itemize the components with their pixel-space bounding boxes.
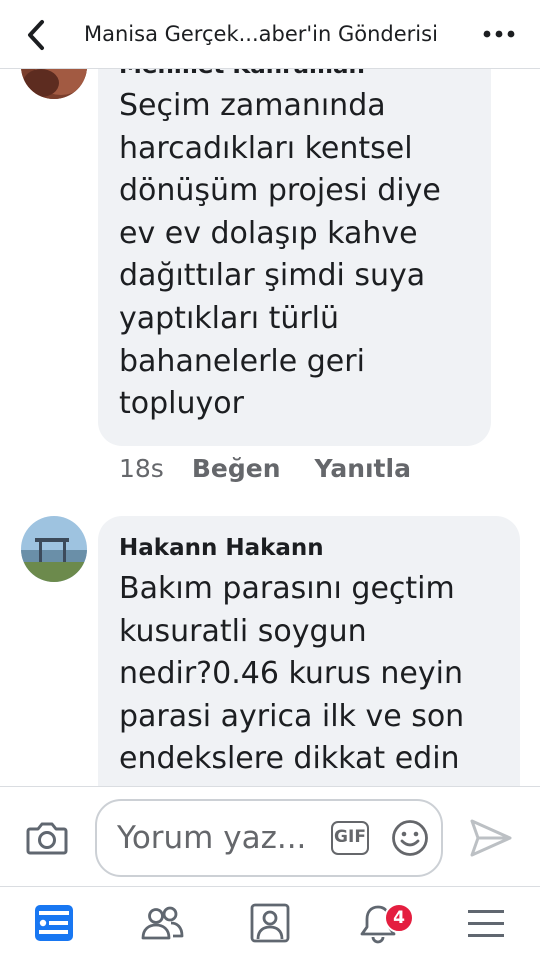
more-options-button[interactable] [482,18,516,50]
comment-line: yaptıkları türlü [119,300,340,336]
news-feed-icon [35,905,73,941]
menu-icon [468,910,504,937]
comment-composer: Yorum yaz... GIF [0,786,540,887]
comment-line: Bakım parasını geçtim [119,571,455,606]
avatar-photo [21,516,87,582]
comment-line: endekslere dikkat edin [119,741,460,777]
comment-line: dağıttılar şimdi suya [119,258,426,294]
send-arrow-icon [470,819,512,857]
comment-text: Seçim zamanında harcadıkları kentsel dön… [119,85,441,426]
gif-button[interactable]: GIF [331,821,369,855]
avatar-photo [21,68,87,99]
smiley-icon [392,820,428,856]
comments-feed[interactable]: Mehmet Kahraman Seçim zamanında harcadık… [0,68,540,786]
comment-actions: 18s Beğen Yanıtla [119,453,445,485]
bottom-tab-bar: 4 [0,886,540,961]
comment-line: harcadıkları kentsel [119,130,413,166]
comment-line: Seçim zamanında [119,88,386,123]
send-button[interactable] [468,817,514,859]
chevron-left-icon [28,20,44,50]
comment-input-placeholder: Yorum yaz... [117,820,307,856]
back-button[interactable] [22,18,52,52]
comment-line: ev ev dolaşıp kahve [119,215,418,251]
comment-line: bahanelerle geri [119,343,365,379]
notification-badge: 4 [384,903,414,933]
camera-button[interactable] [26,817,68,857]
comment-input[interactable]: Yorum yaz... GIF [95,799,443,877]
comment-line: parasi ayrica ilk ve son [119,698,465,734]
comment-line: nedir?0.46 kurus neyin [119,656,463,692]
emoji-button[interactable] [391,819,429,857]
tab-menu[interactable] [464,901,508,945]
commenter-avatar[interactable] [21,68,87,99]
comment-line: dönüşüm projesi diye [119,173,441,209]
comment-timestamp[interactable]: 18s [119,454,164,483]
tab-profile[interactable] [248,901,292,945]
tab-friends[interactable] [140,901,184,945]
commenter-avatar[interactable] [21,516,87,582]
tab-news-feed[interactable] [32,901,76,945]
top-bar: Manisa Gerçek...aber'in Gönderisi [0,0,540,69]
comment-author[interactable]: Mehmet Kahraman [119,68,365,81]
comment-text: Bakım parasını geçtim kusuratli soygun n… [119,568,464,781]
more-dots-icon [483,30,515,38]
comment-line: kusuratli soygun [119,613,367,649]
comment-line: topluyor [119,386,244,422]
reply-button[interactable]: Yanıtla [315,454,411,483]
camera-icon [26,822,68,855]
like-button[interactable]: Beğen [192,454,281,483]
profile-icon [250,903,290,943]
friends-icon [141,906,184,940]
page-title: Manisa Gerçek...aber'in Gönderisi [84,22,438,46]
comment-author[interactable]: Hakann Hakann [119,533,324,563]
